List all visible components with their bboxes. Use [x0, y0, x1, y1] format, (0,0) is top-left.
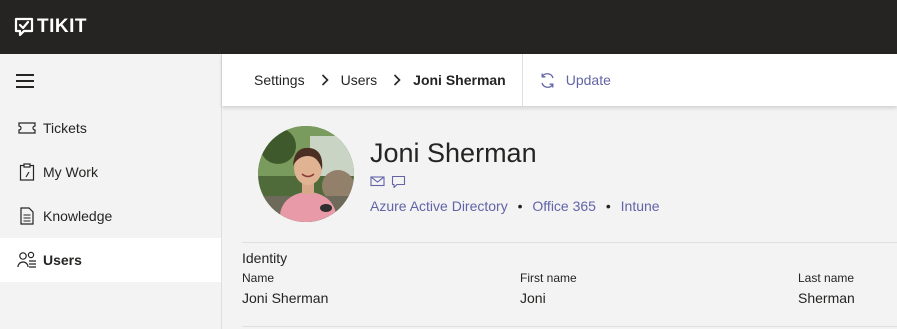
- chevron-right-icon: [321, 74, 329, 86]
- source-link-azure-ad[interactable]: Azure Active Directory: [370, 198, 508, 214]
- sidebar-item-knowledge[interactable]: Knowledge: [0, 194, 221, 238]
- app-logo-text: TIKIT: [37, 16, 87, 37]
- breadcrumb-current: Joni Sherman: [413, 72, 506, 88]
- tikit-logo-icon: [14, 17, 34, 37]
- sidebar: Tickets My Work Knowledge Users: [0, 54, 222, 329]
- chat-icon[interactable]: [391, 175, 406, 189]
- field-value-first-name: Joni: [520, 290, 546, 306]
- sidebar-item-my-work[interactable]: My Work: [0, 150, 221, 194]
- sidebar-item-label: Tickets: [43, 120, 87, 136]
- profile-name: Joni Sherman: [370, 138, 537, 168]
- sidebar-item-tickets[interactable]: Tickets: [0, 106, 221, 150]
- mail-icon[interactable]: [370, 175, 385, 187]
- chevron-right-icon: [393, 74, 401, 86]
- app-logo[interactable]: TIKIT: [14, 16, 87, 38]
- field-value-last-name: Sherman: [798, 290, 855, 306]
- sidebar-item-label: My Work: [43, 164, 98, 180]
- ticket-icon: [17, 118, 37, 138]
- contact-icons: [370, 175, 406, 189]
- avatar: [258, 126, 354, 222]
- profile-photo-container: [258, 126, 354, 222]
- profile-sources: Azure Active Directory • Office 365 • In…: [370, 198, 660, 214]
- hamburger-menu-icon[interactable]: [16, 74, 34, 88]
- page-header: Settings Users Joni Sherman Update: [222, 54, 897, 106]
- source-link-intune[interactable]: Intune: [621, 198, 660, 214]
- source-separator: •: [517, 198, 523, 214]
- update-button[interactable]: Update: [523, 72, 611, 89]
- document-icon: [17, 206, 37, 226]
- identity-section-title: Identity: [242, 250, 288, 266]
- source-link-office-365[interactable]: Office 365: [532, 198, 596, 214]
- top-bar: TIKIT: [0, 0, 897, 54]
- clipboard-icon: [17, 162, 37, 182]
- field-value-name: Joni Sherman: [242, 290, 329, 306]
- breadcrumb-settings[interactable]: Settings: [254, 72, 305, 88]
- field-label-first-name: First name: [520, 271, 577, 285]
- source-separator: •: [605, 198, 611, 214]
- sidebar-item-label: Users: [43, 252, 82, 268]
- sidebar-item-users[interactable]: Users: [0, 238, 221, 282]
- field-label-name: Name: [242, 271, 275, 285]
- section-divider: [242, 326, 897, 327]
- breadcrumb-users[interactable]: Users: [341, 72, 378, 88]
- update-button-label: Update: [565, 72, 611, 88]
- section-divider: [242, 242, 897, 243]
- refresh-icon: [541, 72, 554, 88]
- field-label-last-name: Last name: [798, 271, 855, 285]
- breadcrumb: Settings Users Joni Sherman: [222, 54, 523, 106]
- users-icon: [17, 250, 37, 270]
- sidebar-item-label: Knowledge: [43, 208, 113, 224]
